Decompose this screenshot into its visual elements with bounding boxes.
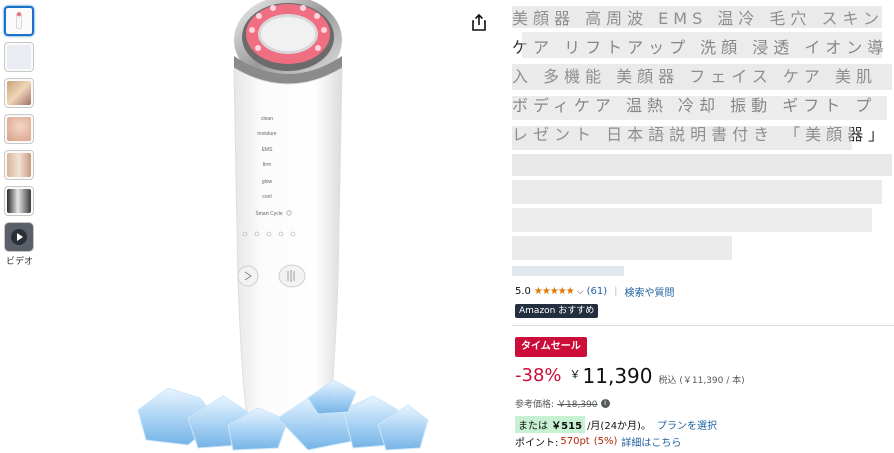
thumbnail-1[interactable] [4,6,34,36]
thumbnail-6[interactable] [4,186,34,216]
info-icon[interactable]: i [600,399,610,408]
installment-row: または ￥515 /月(24か月)。 プランを選択 [515,416,717,433]
device-label-cool: cool [262,194,271,200]
price-row: -38% ￥ 11,390 税込 (￥11,390 / 本) [515,364,745,388]
device-label-moisture: moisture [257,131,276,137]
rating-value: 5.0 [515,286,531,297]
tax-note: 税込 (￥11,390 / 本) [658,376,745,386]
installment-prefix: または [518,421,548,432]
amazon-choice-badge: Amazon おすすめ [515,304,599,318]
price-amount: 11,390 [582,364,653,388]
installment-badge: または ￥515 [515,416,586,433]
section-divider [512,325,894,326]
device-label-glow: glow [262,179,273,185]
share-icon[interactable] [471,14,487,32]
main-product-image[interactable]: clean moisture EMS firm glow cool Smart … [128,0,454,453]
currency-symbol: ￥ [569,368,581,381]
thumbnail-5[interactable] [4,150,34,180]
points-percent: (5%) [593,436,618,447]
reference-price-row: 参考価格: ￥18,390 i [515,397,610,410]
thumbnail-3[interactable] [4,78,34,108]
device-thumbnail-icon [16,12,22,29]
thumbnail-list: ビデオ [4,6,38,267]
points-details-link[interactable]: 詳細はこちら [621,434,681,449]
video-thumbnail[interactable] [4,222,34,252]
device-label-ems: EMS [262,147,274,153]
reference-price-label: 参考価格: [515,400,555,410]
device-label-firm: firm [263,162,271,168]
thumbnail-2[interactable] [4,42,34,72]
video-label: ビデオ [6,257,34,267]
review-count-link[interactable]: (61) [587,286,608,297]
device-label-clean: clean [261,116,273,122]
select-plan-link[interactable]: プランを選択 [657,417,717,432]
installment-suffix: /月(24か月)。 [587,421,651,432]
product-title: 美顔器 高周波 EMS 温冷 毛穴 スキンケア リフトアップ 洗顔 浸透 イオン… [512,4,894,278]
star-rating-icon[interactable]: ★★★★★ [534,286,575,297]
chevron-down-icon[interactable]: ⌵ [577,287,584,297]
deal-badge: タイムセール [515,337,587,357]
installment-amount: ￥515 [551,421,583,432]
reference-price-value: ￥18,390 [557,400,598,410]
device-label-smart-cycle: Smart Cycle [255,211,282,217]
points-value: 570pt [560,436,590,447]
points-row: ポイント: 570pt (5%) 詳細はこちら [515,434,681,449]
points-label: ポイント: [515,438,559,449]
thumbnail-4[interactable] [4,114,34,144]
divider: | [614,286,618,297]
play-icon [11,229,27,245]
rating-row: 5.0 ★★★★★ ⌵ (61) | 検索や質問 [515,284,674,299]
search-qa-link[interactable]: 検索や質問 [624,284,674,299]
discount-percent: -38% [515,365,562,386]
